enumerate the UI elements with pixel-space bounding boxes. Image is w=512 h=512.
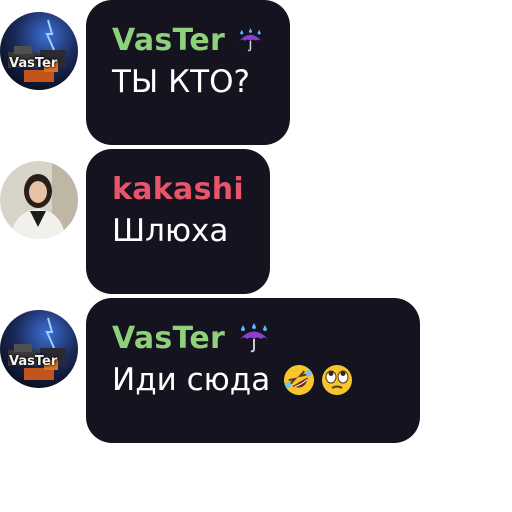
message-text-row: Иди сюда — [112, 362, 394, 398]
avatar[interactable]: VasTer — [0, 12, 78, 90]
umbrella-with-rain-icon — [240, 323, 269, 353]
vaster-avatar-icon — [0, 310, 78, 388]
sender-name[interactable]: VasTer — [112, 23, 225, 58]
woman-photo-avatar-icon — [0, 161, 78, 239]
message-bubble[interactable]: VasTer Иди сюда — [86, 298, 420, 443]
sender-row: kakashi — [112, 171, 244, 207]
message-text: Шлюха — [112, 213, 229, 249]
message-bubble[interactable]: VasTer ТЫ КТО? — [86, 0, 290, 145]
chat-message-list: VasTer VasTer ТЫ КТО? kakashi Шлюха VasT… — [0, 0, 512, 512]
avatar-label: VasTer — [9, 354, 58, 369]
avatar[interactable] — [0, 161, 78, 239]
message-text: ТЫ КТО? — [112, 64, 250, 100]
message-bubble[interactable]: kakashi Шлюха — [86, 149, 270, 294]
message-text: Иди сюда — [112, 362, 271, 398]
face-with-rolling-eyes-emoji-icon — [322, 365, 353, 395]
vaster-avatar-icon — [0, 12, 78, 90]
avatar[interactable]: VasTer — [0, 310, 78, 388]
sender-row: VasTer — [112, 22, 264, 58]
avatar-label: VasTer — [9, 56, 58, 71]
sender-name[interactable]: kakashi — [112, 172, 244, 207]
sender-row: VasTer — [112, 320, 394, 356]
sender-name[interactable]: VasTer — [112, 321, 225, 356]
umbrella-with-rain-icon — [239, 28, 262, 52]
rolling-on-floor-laughing-emoji-icon — [284, 365, 315, 395]
